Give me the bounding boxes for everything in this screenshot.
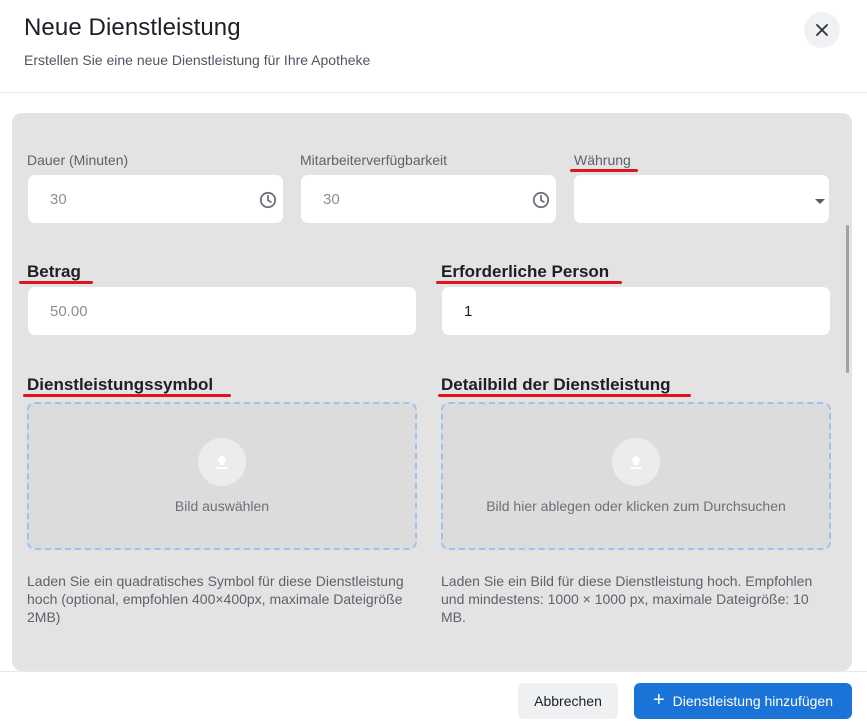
duration-label: Dauer (Minuten): [27, 152, 129, 168]
duration-value: 30: [50, 191, 67, 208]
form-panel: Dauer (Minuten) Mitarbeiterverfügbarkeit…: [12, 113, 852, 671]
currency-label: Währung: [574, 152, 631, 168]
service-icon-label-underline: [23, 394, 231, 397]
required-person-label: Erforderliche Person: [441, 262, 610, 281]
add-service-button[interactable]: + Dienstleistung hinzufügen: [634, 683, 852, 719]
required-person-label-underline: [436, 281, 622, 284]
duration-field[interactable]: 30: [27, 174, 284, 224]
dialog-subtitle: Erstellen Sie eine neue Dienstleistung f…: [24, 52, 371, 68]
new-service-dialog: Neue Dienstleistung Erstellen Sie eine n…: [0, 0, 867, 728]
chevron-down-icon: [815, 199, 825, 204]
required-person-input[interactable]: 1: [441, 286, 831, 336]
amount-placeholder: 50.00: [50, 303, 88, 320]
detail-image-dropzone-text: Bild hier ablegen oder klicken zum Durch…: [486, 498, 786, 514]
upload-button[interactable]: [612, 438, 660, 486]
upload-button[interactable]: [198, 438, 246, 486]
required-person-value: 1: [464, 303, 473, 320]
amount-input[interactable]: 50.00: [27, 286, 417, 336]
detail-image-help-text: Laden Sie ein Bild für diese Dienstleist…: [441, 573, 813, 625]
service-icon-label: Dienstleistungssymbol: [27, 375, 214, 394]
amount-label-underline: [19, 281, 93, 284]
service-icon-dropzone-text: Bild auswählen: [174, 498, 270, 514]
detail-image-label-underline: [438, 394, 691, 397]
clock-icon: [532, 191, 550, 209]
close-button[interactable]: [804, 12, 840, 48]
staff-availability-value: 30: [323, 191, 340, 208]
detail-image-label: Detailbild der Dienstleistung: [441, 375, 671, 394]
currency-label-underline: [570, 169, 638, 172]
add-service-label: Dienstleistung hinzufügen: [672, 693, 834, 709]
plus-icon: +: [652, 689, 665, 711]
cancel-button[interactable]: Abbrechen: [518, 683, 618, 719]
service-icon-help-text: Laden Sie ein quadratisches Symbol für d…: [27, 573, 404, 625]
dialog-title: Neue Dienstleistung: [24, 14, 241, 41]
clock-icon: [259, 191, 277, 209]
dialog-header: Neue Dienstleistung Erstellen Sie eine n…: [0, 0, 867, 93]
upload-icon: [216, 455, 228, 469]
staff-availability-field[interactable]: 30: [300, 174, 557, 224]
amount-label: Betrag: [27, 262, 81, 281]
detail-image-dropzone[interactable]: Bild hier ablegen oder klicken zum Durch…: [441, 402, 831, 550]
service-icon-dropzone[interactable]: Bild auswählen: [27, 402, 417, 550]
close-icon: [816, 24, 828, 36]
staff-availability-label: Mitarbeiterverfügbarkeit: [300, 152, 448, 168]
upload-icon: [630, 455, 642, 469]
currency-select[interactable]: [573, 174, 830, 224]
scrollbar[interactable]: [846, 225, 849, 373]
